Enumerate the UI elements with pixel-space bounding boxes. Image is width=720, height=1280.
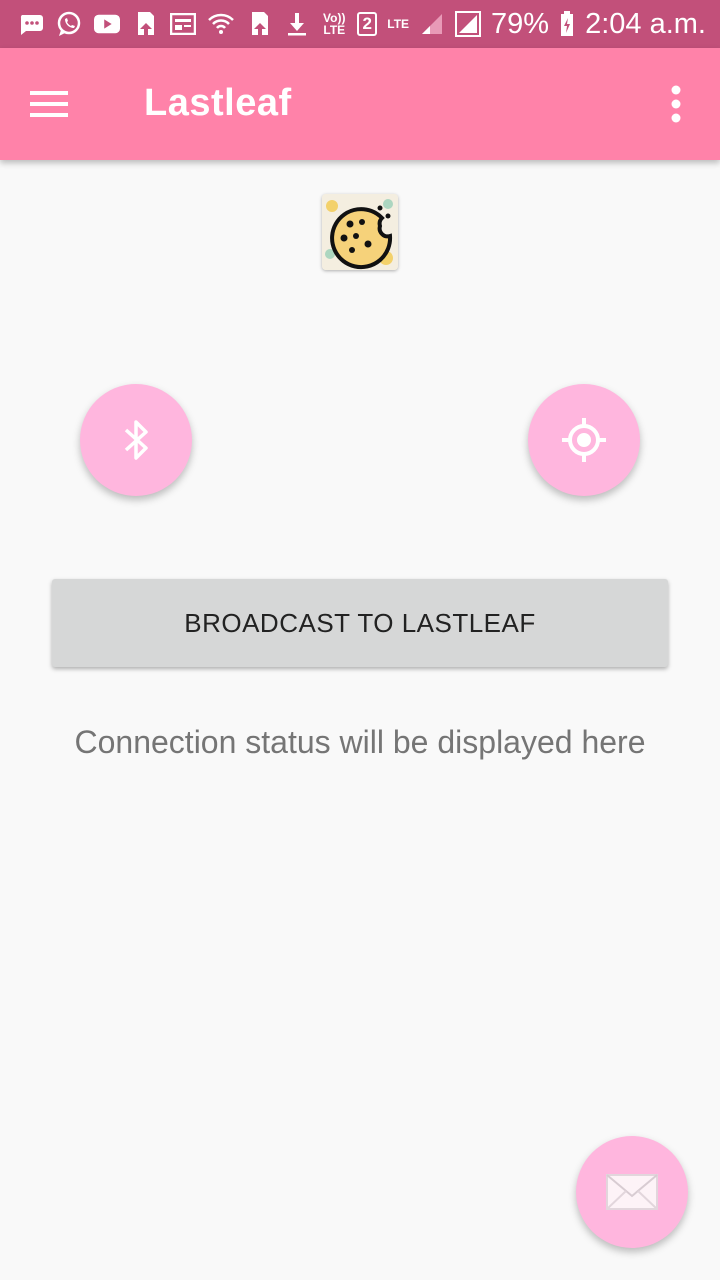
status-right: Vo)) LTE 2 LTE 79% 2:04 a.m. bbox=[321, 8, 706, 41]
app-bar: Lastleaf bbox=[0, 48, 720, 160]
gps-fixed-icon bbox=[562, 418, 606, 462]
news-icon bbox=[170, 11, 196, 37]
download-icon bbox=[284, 11, 310, 37]
battery-charging-icon bbox=[559, 11, 575, 37]
battery-percent: 79% bbox=[491, 7, 550, 40]
location-button[interactable] bbox=[528, 384, 640, 496]
clock: 2:04 a.m. bbox=[585, 7, 706, 40]
broadcast-button[interactable]: BROADCAST TO LASTLEAF bbox=[52, 579, 668, 667]
sim-2-icon: 2 bbox=[357, 12, 378, 36]
mail-button[interactable] bbox=[576, 1136, 688, 1248]
app-title: Lastleaf bbox=[144, 82, 292, 124]
messages-icon bbox=[18, 11, 44, 37]
youtube-icon bbox=[94, 11, 120, 37]
status-bar: Vo)) LTE 2 LTE 79% 2:04 a.m. bbox=[0, 0, 720, 48]
sd-card-upload-icon-2 bbox=[246, 11, 272, 37]
app-logo bbox=[322, 194, 398, 270]
signal-weak-icon bbox=[419, 11, 445, 37]
connection-status-text: Connection status will be displayed here bbox=[74, 724, 646, 760]
wifi-icon bbox=[208, 11, 234, 37]
more-vert-icon bbox=[671, 85, 681, 123]
hamburger-menu-icon bbox=[30, 91, 68, 117]
envelope-icon bbox=[606, 1174, 658, 1210]
volte-label: Vo)) LTE bbox=[323, 11, 346, 37]
notification-icons bbox=[18, 11, 310, 37]
overflow-menu-button[interactable] bbox=[660, 80, 692, 128]
whatsapp-icon bbox=[56, 11, 82, 37]
bluetooth-icon bbox=[124, 420, 148, 460]
signal-strong-icon bbox=[455, 11, 482, 37]
menu-button[interactable] bbox=[24, 80, 72, 128]
cookie-logo-icon bbox=[322, 194, 398, 270]
bluetooth-button[interactable] bbox=[80, 384, 192, 496]
sd-card-upload-icon bbox=[132, 11, 158, 37]
lte-label: LTE bbox=[387, 17, 410, 31]
